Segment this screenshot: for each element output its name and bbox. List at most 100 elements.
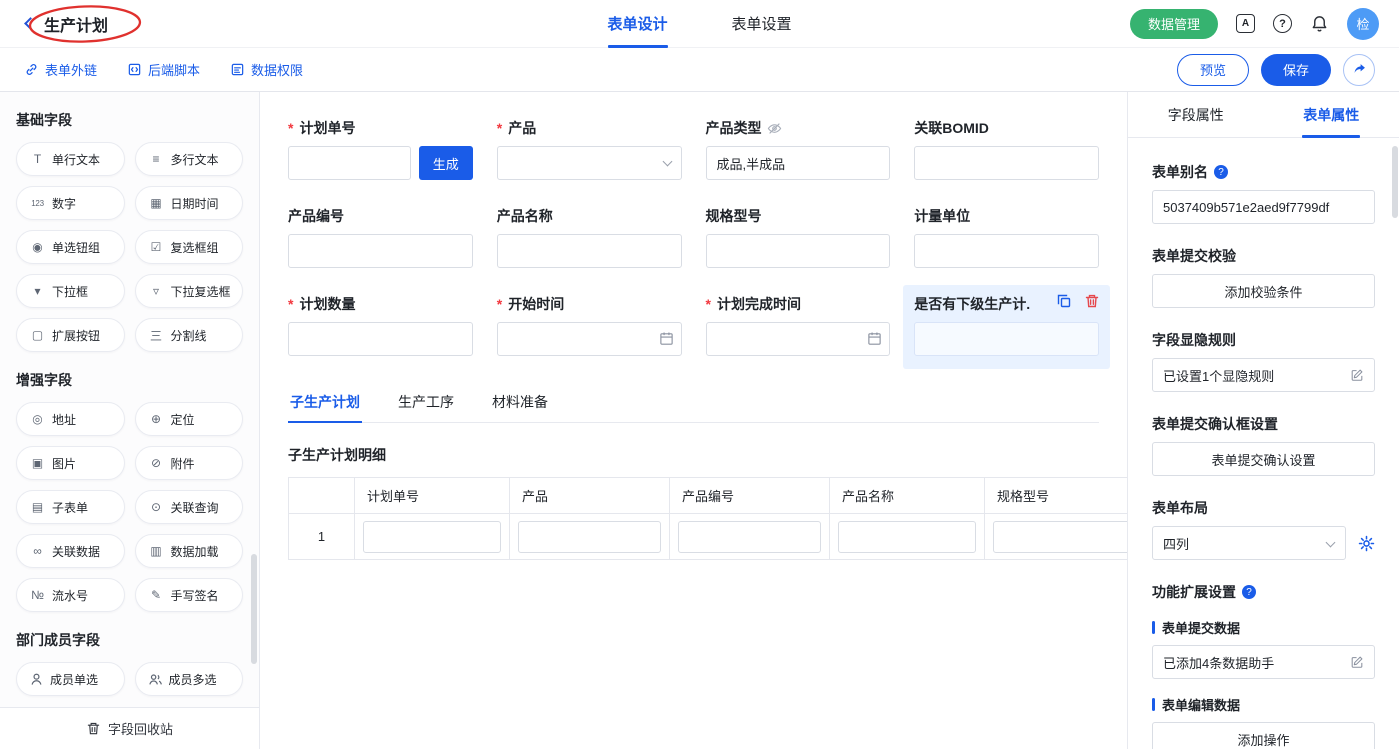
field-item-image[interactable]: ▣图片 xyxy=(16,446,125,480)
bell-icon[interactable] xyxy=(1310,14,1329,33)
plan-no-input[interactable] xyxy=(288,146,411,180)
canvas-field-product-code[interactable]: 产品编号 xyxy=(288,206,473,268)
single-line-text-icon: T xyxy=(29,152,46,166)
form-link-action[interactable]: 表单外链 xyxy=(24,60,97,79)
recycle-bin-icon xyxy=(86,721,101,736)
field-item-divider[interactable]: 三分割线 xyxy=(135,318,244,352)
bom-id-input[interactable] xyxy=(914,146,1099,180)
required-mark: * xyxy=(288,296,293,312)
edit-icon[interactable] xyxy=(1350,655,1364,669)
field-item-multi-line-text[interactable]: ≡多行文本 xyxy=(135,142,244,176)
canvas-field-plan-qty[interactable]: * 计划数量 xyxy=(288,294,473,356)
field-label-text: 产品名称 xyxy=(497,206,553,226)
field-item-number[interactable]: 123数字 xyxy=(16,186,125,220)
field-item-address[interactable]: ◎地址 xyxy=(16,402,125,436)
panel-scrollbar[interactable] xyxy=(1392,146,1398,218)
canvas-field-unit[interactable]: 计量单位 xyxy=(914,206,1099,268)
product-select[interactable] xyxy=(497,146,682,180)
submit-data-box[interactable]: 已添加4条数据助手 xyxy=(1152,645,1375,679)
field-item-subform[interactable]: ▤子表单 xyxy=(16,490,125,524)
finish-time-input[interactable] xyxy=(706,322,891,356)
field-recycle-bin[interactable]: 字段回收站 xyxy=(0,707,259,749)
field-item-dropdown[interactable]: ▾下拉框 xyxy=(16,274,125,308)
visibility-rules-box[interactable]: 已设置1个显隐规则 xyxy=(1152,358,1375,392)
canvas-field-start-time[interactable]: *开始时间 xyxy=(497,294,682,356)
help-icon[interactable]: ? xyxy=(1242,585,1256,599)
tab-form-properties[interactable]: 表单属性 xyxy=(1264,92,1399,137)
subtab-sub-production-plan[interactable]: 子生产计划 xyxy=(288,392,362,422)
back-button[interactable] xyxy=(20,14,40,34)
table-product-input[interactable] xyxy=(518,521,661,553)
add-validation-button[interactable]: 添加校验条件 xyxy=(1152,274,1375,308)
field-item-attachment[interactable]: ⊘附件 xyxy=(135,446,244,480)
generate-button[interactable]: 生成 xyxy=(419,146,473,180)
canvas-field-plan-no[interactable]: *计划单号 生成 xyxy=(288,118,473,180)
save-button[interactable]: 保存 xyxy=(1261,54,1331,86)
field-item-linked-data[interactable]: ∞关联数据 xyxy=(16,534,125,568)
sidebar-scrollbar[interactable] xyxy=(251,554,257,664)
field-item-member-multi[interactable]: 成员多选 xyxy=(135,662,244,696)
field-item-multi-dropdown[interactable]: ▿下拉复选框 xyxy=(135,274,244,308)
table-spec-input[interactable] xyxy=(993,521,1127,553)
field-item-label: 图片 xyxy=(52,455,76,472)
product-type-input[interactable] xyxy=(706,146,891,180)
canvas-field-product[interactable]: *产品 xyxy=(497,118,682,180)
product-code-input[interactable] xyxy=(288,234,473,268)
field-item-label: 关联数据 xyxy=(52,543,100,560)
field-item-single-line-text[interactable]: T单行文本 xyxy=(16,142,125,176)
canvas-field-spec[interactable]: 规格型号 xyxy=(706,206,891,268)
field-label-text: 计划数量 xyxy=(299,294,355,314)
form-canvas: *计划单号 生成 *产品 产品类型 关联BOMID xyxy=(260,92,1127,749)
backend-script-action[interactable]: 后端脚本 xyxy=(127,60,200,79)
spec-input[interactable] xyxy=(706,234,891,268)
field-item-location[interactable]: ⊕定位 xyxy=(135,402,244,436)
language-icon[interactable]: A xyxy=(1236,14,1255,33)
copy-icon[interactable] xyxy=(1056,293,1072,309)
sub-plan-flag-input[interactable] xyxy=(914,322,1099,356)
help-icon[interactable]: ? xyxy=(1273,14,1292,33)
gear-icon[interactable] xyxy=(1358,535,1375,552)
field-item-linked-query[interactable]: ⊙关联查询 xyxy=(135,490,244,524)
field-item-member-single[interactable]: 成员单选 xyxy=(16,662,125,696)
table-cell-product xyxy=(510,514,670,560)
share-button[interactable] xyxy=(1343,54,1375,86)
canvas-field-bom-id[interactable]: 关联BOMID xyxy=(914,118,1099,180)
field-item-data-load[interactable]: ▥数据加载 xyxy=(135,534,244,568)
field-label: *开始时间 xyxy=(497,294,682,314)
field-item-datetime[interactable]: ▦日期时间 xyxy=(135,186,244,220)
canvas-field-product-type[interactable]: 产品类型 xyxy=(706,118,891,180)
subtab-material-preparation[interactable]: 材料准备 xyxy=(490,392,550,422)
add-operation-button[interactable]: 添加操作 xyxy=(1152,722,1375,749)
field-item-checkbox-group[interactable]: ☑复选框组 xyxy=(135,230,244,264)
table-product-code-input[interactable] xyxy=(678,521,821,553)
field-item-signature[interactable]: ✎手写签名 xyxy=(135,578,244,612)
subtab-production-process[interactable]: 生产工序 xyxy=(396,392,456,422)
data-permission-action[interactable]: 数据权限 xyxy=(230,60,303,79)
form-alias-input[interactable] xyxy=(1152,190,1375,224)
canvas-field-finish-time[interactable]: *计划完成时间 xyxy=(706,294,891,356)
table-product-name-input[interactable] xyxy=(838,521,976,553)
unit-input[interactable] xyxy=(914,234,1099,268)
help-icon[interactable]: ? xyxy=(1214,165,1228,179)
canvas-field-sub-plan-flag-selected[interactable]: 是否有下级生产计. xyxy=(903,285,1110,369)
delete-icon[interactable] xyxy=(1084,293,1100,309)
tab-field-properties[interactable]: 字段属性 xyxy=(1128,92,1264,137)
submit-confirm-button[interactable]: 表单提交确认设置 xyxy=(1152,442,1375,476)
canvas-field-product-name[interactable]: 产品名称 xyxy=(497,206,682,268)
edit-icon[interactable] xyxy=(1350,368,1364,382)
start-time-input[interactable] xyxy=(497,322,682,356)
form-alias-label: 表单别名 ? xyxy=(1152,162,1375,182)
preview-button[interactable]: 预览 xyxy=(1177,54,1249,86)
field-item-serial-number[interactable]: №流水号 xyxy=(16,578,125,612)
field-item-extend-button[interactable]: ▢扩展按钮 xyxy=(16,318,125,352)
field-item-radio-group[interactable]: ◉单选钮组 xyxy=(16,230,125,264)
data-manage-button[interactable]: 数据管理 xyxy=(1130,9,1218,39)
tab-form-design[interactable]: 表单设计 xyxy=(607,0,667,48)
avatar[interactable]: 检 xyxy=(1347,8,1379,40)
table-plan-no-input[interactable] xyxy=(363,521,501,553)
product-name-input[interactable] xyxy=(497,234,682,268)
serial-number-icon: № xyxy=(29,588,46,602)
tab-form-settings[interactable]: 表单设置 xyxy=(732,0,792,48)
plan-qty-input[interactable] xyxy=(288,322,473,356)
layout-select[interactable]: 四列 xyxy=(1152,526,1346,560)
